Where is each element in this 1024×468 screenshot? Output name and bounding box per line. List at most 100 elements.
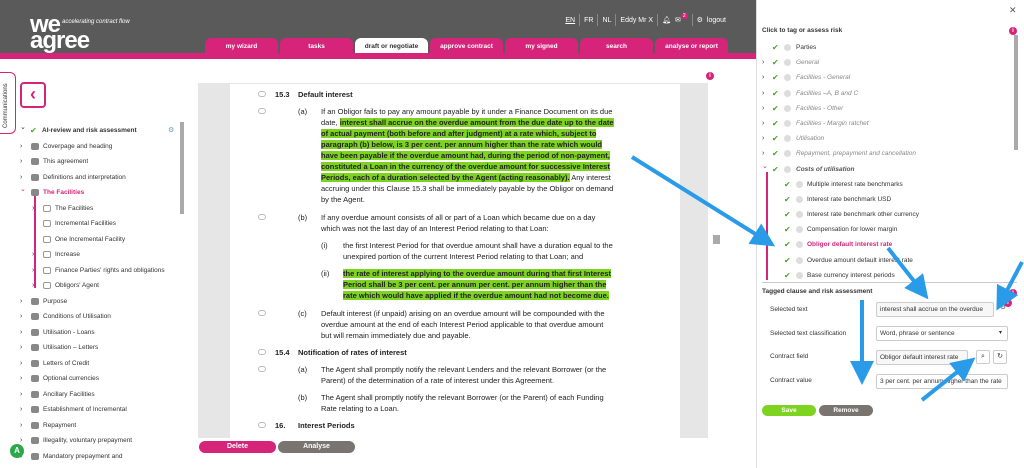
- document-line[interactable]: date, interest shall accrue on the overd…: [321, 117, 614, 128]
- chevron-down-icon[interactable]: ⌄: [20, 182, 26, 198]
- user-name[interactable]: Eddy Mr X: [620, 17, 653, 24]
- chevron-right-icon[interactable]: ›: [762, 70, 764, 85]
- tree-item[interactable]: › The Facilities: [18, 201, 178, 217]
- document-line[interactable]: Default interest (if unpaid) arising on …: [321, 308, 605, 319]
- document-line[interactable]: Parent) of the determination of a rate o…: [321, 375, 554, 386]
- risk-category-item[interactable]: › ✔ Utilisation: [762, 131, 1007, 146]
- chevron-right-icon[interactable]: ›: [32, 278, 34, 294]
- comment-icon[interactable]: [258, 366, 266, 372]
- tree-item[interactable]: › Illegality, voluntary prepayment: [18, 433, 178, 449]
- tree-item[interactable]: › Coverpage and heading: [18, 139, 178, 155]
- risk-category-item[interactable]: ✔ Multiple interest rate benchmarks: [762, 177, 1007, 192]
- info-icon[interactable]: i: [706, 72, 714, 80]
- tree-item[interactable]: › Ancillary Facilities: [18, 387, 178, 403]
- tree-item[interactable]: › Increase: [18, 247, 178, 263]
- tree-item[interactable]: › Utilisation - Loans: [18, 325, 178, 341]
- mail-icon[interactable]: ✉: [675, 16, 681, 24]
- risk-category-item[interactable]: ✔ Overdue amount default interest rate: [762, 253, 1007, 268]
- chevron-down-icon[interactable]: ⌄: [762, 159, 768, 174]
- document-line[interactable]: rate which would have applied if the ove…: [343, 290, 609, 301]
- classification-select[interactable]: Word, phrase or sentence: [876, 326, 1008, 341]
- risk-category-item[interactable]: › ✔ Facilities - Margin ratchet: [762, 116, 1007, 131]
- document-line[interactable]: Rate relating to a Loan.: [321, 403, 399, 414]
- tree-item[interactable]: › Finance Parties' rights and obligations: [18, 263, 178, 279]
- tree-item[interactable]: › Letters of Credit: [18, 356, 178, 372]
- bell-icon[interactable]: 🔔︎: [662, 16, 671, 24]
- tree-item[interactable]: Incremental Facilities: [18, 216, 178, 232]
- document-line[interactable]: which was not the last day of an Interes…: [321, 223, 549, 234]
- tab-tasks[interactable]: tasks: [280, 38, 353, 53]
- logout-link[interactable]: logout: [707, 17, 726, 24]
- chevron-right-icon[interactable]: ›: [762, 131, 764, 146]
- chevron-right-icon[interactable]: ›: [20, 154, 22, 170]
- comment-icon[interactable]: [258, 422, 266, 428]
- document-line[interactable]: accruing under this Clause 15.3 shall be…: [321, 183, 613, 194]
- tree-item[interactable]: › Obligors' Agent: [18, 278, 178, 294]
- chevron-right-icon[interactable]: ›: [20, 418, 22, 434]
- chevron-right-icon[interactable]: ›: [20, 387, 22, 403]
- tree-item[interactable]: › Optional currencies: [18, 371, 178, 387]
- tree-item[interactable]: › This agreement: [18, 154, 178, 170]
- tree-item[interactable]: One Incremental Facility: [18, 232, 178, 248]
- document-line[interactable]: overdue amount at the end of each Intere…: [321, 319, 603, 330]
- document-line[interactable]: The Agent shall promptly notify the rele…: [321, 364, 606, 375]
- tree-item[interactable]: › Purpose: [18, 294, 178, 310]
- risk-category-item[interactable]: › ✔ Facilities - Other: [762, 101, 1007, 116]
- tab-search[interactable]: search: [580, 38, 653, 53]
- document-line[interactable]: If any overdue amount consists of all or…: [321, 212, 595, 223]
- chevron-right-icon[interactable]: ›: [20, 294, 22, 310]
- risk-category-item[interactable]: ✔ Interest rate benchmark other currency: [762, 207, 1007, 222]
- tab-my-signed-contracts[interactable]: my signed contracts: [505, 38, 578, 67]
- document-line[interactable]: If an Obligor fails to pay any amount pa…: [321, 106, 612, 117]
- risk-category-item[interactable]: ✔ Obligor default interest rate: [762, 237, 1007, 252]
- tree-item[interactable]: › Conditions of Utilisation: [18, 309, 178, 325]
- close-icon[interactable]: ✕: [1009, 5, 1017, 16]
- selected-text-field[interactable]: interest shall accrue on the overdue: [876, 302, 994, 317]
- refresh-icon[interactable]: ↻: [993, 350, 1007, 364]
- document-line[interactable]: (a): [298, 364, 307, 375]
- contract-field-input[interactable]: Obligor default interest rate: [876, 350, 968, 365]
- lang-fr[interactable]: FR: [584, 17, 593, 24]
- document-line[interactable]: have been payable if the overdue amount …: [321, 150, 610, 161]
- tree-item[interactable]: › Establishment of Incremental: [18, 402, 178, 418]
- document-line[interactable]: but will remain immediately due and paya…: [321, 330, 471, 341]
- risk-category-item[interactable]: ⌄ ✔ Costs of utilisation: [762, 162, 1007, 177]
- risk-category-item[interactable]: › ✔ Facilities - General: [762, 70, 1007, 85]
- gear-icon[interactable]: ⚙: [697, 16, 703, 24]
- document-line[interactable]: (i): [321, 240, 328, 251]
- comment-icon[interactable]: [258, 349, 266, 355]
- comment-icon[interactable]: [258, 91, 266, 97]
- document-line[interactable]: (c): [298, 308, 307, 319]
- remove-button[interactable]: Remove: [819, 405, 873, 416]
- document-line[interactable]: Interest Periods: [298, 420, 355, 431]
- document-line[interactable]: 15.3: [275, 89, 290, 100]
- document-line[interactable]: Default interest: [298, 89, 353, 100]
- chevron-right-icon[interactable]: ›: [762, 86, 764, 101]
- comment-icon[interactable]: [258, 108, 266, 114]
- lang-nl[interactable]: NL: [602, 17, 611, 24]
- tab-analyse-or-report[interactable]: analyse or report: [655, 38, 728, 53]
- chevron-right-icon[interactable]: ›: [32, 247, 34, 263]
- risk-category-item[interactable]: ✔ Parties: [762, 40, 1007, 55]
- risk-category-item[interactable]: ✔ Compensation for lower margin: [762, 222, 1007, 237]
- document-line[interactable]: Periods, each of a duration selected by …: [321, 172, 611, 183]
- tree-item[interactable]: › Utilisation – Letters: [18, 340, 178, 356]
- risk-category-item[interactable]: › ✔ Facilities –A, B and C: [762, 86, 1007, 101]
- panel-info-icon[interactable]: i: [1009, 27, 1017, 35]
- tree-scrollbar[interactable]: [180, 122, 184, 214]
- chevron-down-icon[interactable]: ⌄: [20, 120, 26, 136]
- gear-icon[interactable]: ⚙: [168, 123, 174, 139]
- risk-category-item[interactable]: › ✔ Repayment, prepayment and cancellation: [762, 146, 1007, 161]
- tree-item[interactable]: › Definitions and interpretation: [18, 170, 178, 186]
- comment-icon[interactable]: [258, 214, 266, 220]
- panel-scrollbar[interactable]: [1014, 35, 1018, 150]
- chevron-right-icon[interactable]: ›: [20, 309, 22, 325]
- delete-button[interactable]: Delete: [199, 441, 276, 453]
- document-line[interactable]: Notification of rates of interest: [298, 347, 407, 358]
- document-line[interactable]: (ii): [321, 268, 329, 279]
- document-line[interactable]: (b): [298, 212, 307, 223]
- contract-value-input[interactable]: 3 per cent. per annum higher than the ra…: [876, 374, 1008, 389]
- chevron-right-icon[interactable]: ›: [20, 356, 22, 372]
- tagged-info-icon[interactable]: i: [1009, 289, 1017, 297]
- tab-draft-or-negotiate[interactable]: draft or negotiate: [355, 38, 428, 53]
